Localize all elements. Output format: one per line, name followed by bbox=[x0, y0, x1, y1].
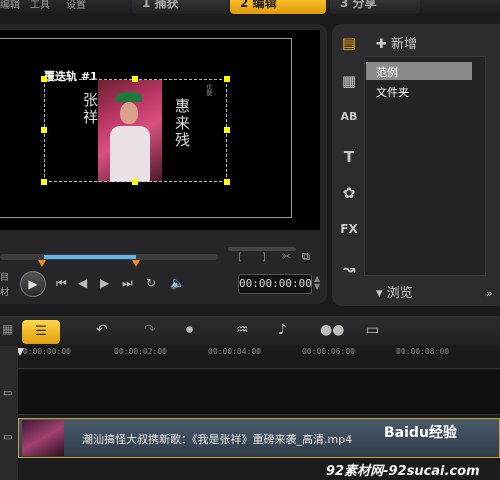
track-header bbox=[0, 346, 18, 480]
ruler-tick: 00:00:06:00 bbox=[302, 347, 355, 356]
undo-icon[interactable]: ↶ bbox=[96, 322, 108, 338]
auto-music-icon[interactable]: ♪ bbox=[278, 322, 287, 338]
mark-in-icon[interactable]: [ bbox=[238, 252, 242, 263]
fx-icon[interactable]: FX bbox=[338, 222, 360, 236]
step-number: 2 bbox=[240, 0, 249, 10]
repeat-icon[interactable]: ↻ bbox=[146, 276, 156, 290]
overlay-selection-box[interactable] bbox=[44, 79, 227, 182]
trim-start-marker[interactable] bbox=[38, 260, 46, 267]
record-capture-icon[interactable]: ⏺ bbox=[186, 322, 193, 338]
resize-handle-top[interactable] bbox=[132, 76, 138, 82]
browse-label: 浏览 bbox=[386, 286, 413, 301]
title-icon[interactable]: T bbox=[338, 148, 360, 166]
watermark-brand: Baidu经验 bbox=[384, 425, 457, 441]
trim-range bbox=[44, 255, 136, 259]
timeline-toolbar bbox=[0, 316, 500, 346]
video-filter-icon[interactable]: ▦ bbox=[338, 72, 360, 90]
watermark-site: 92素材网-92sucai.com bbox=[326, 464, 480, 479]
step-label: 分享 bbox=[352, 0, 377, 10]
clip-thumbnail bbox=[22, 420, 64, 456]
add-folder-button[interactable]: ✚ 新增 bbox=[376, 33, 417, 52]
step-tab-capture[interactable]: 1 捕获 bbox=[132, 0, 228, 14]
timeline-view-button[interactable]: ☰ bbox=[22, 320, 60, 344]
play-button[interactable]: ▶ bbox=[20, 271, 46, 297]
browse-button[interactable]: ▾ 浏览 bbox=[376, 282, 413, 301]
step-number: 3 bbox=[340, 0, 349, 10]
ab-transition-icon[interactable]: AB bbox=[338, 110, 360, 123]
menu-settings[interactable]: 设置 bbox=[66, 0, 86, 11]
collapse-library-icon[interactable]: » bbox=[486, 287, 493, 300]
mark-out-icon[interactable]: ] bbox=[262, 252, 266, 263]
left-label-clip: 材 bbox=[0, 288, 10, 298]
step-number: 1 bbox=[142, 0, 151, 10]
resize-handle-top-left[interactable] bbox=[41, 76, 47, 82]
overlay-text-right: 惠来残 bbox=[173, 98, 191, 149]
resize-handle-bottom-right[interactable] bbox=[224, 179, 230, 185]
chapter-icon[interactable]: ▭ bbox=[366, 322, 379, 338]
step-tab-edit[interactable]: 2 编辑 bbox=[230, 0, 326, 14]
step-label: 捕获 bbox=[154, 0, 179, 10]
menu-edit[interactable]: 编辑 bbox=[0, 0, 20, 11]
timecode-stepper[interactable]: ▲ ▼ bbox=[314, 275, 320, 291]
enlarge-icon[interactable]: ⧉ bbox=[302, 250, 310, 264]
ruler-tick: 00:00:00:00 bbox=[18, 347, 71, 356]
resize-handle-left[interactable] bbox=[41, 127, 47, 133]
audio-waveform-icon[interactable]: ♒ bbox=[236, 322, 249, 338]
next-frame-icon[interactable]: ▶ bbox=[100, 276, 109, 290]
storyboard-view-icon[interactable]: ▦ bbox=[2, 322, 13, 336]
browse-icon: ▾ bbox=[376, 286, 383, 301]
ruler-tick: 00:00:04:00 bbox=[208, 347, 261, 356]
graphics-icon[interactable]: ✿ bbox=[338, 184, 360, 202]
end-icon[interactable]: ⏭ bbox=[122, 276, 133, 291]
resize-handle-bottom-left[interactable] bbox=[41, 179, 47, 185]
step-label: 编辑 bbox=[252, 0, 277, 10]
smart-proxy-icon[interactable]: ●● bbox=[320, 322, 344, 338]
add-label: 新增 bbox=[391, 37, 418, 52]
ruler-tick: 00:00:02:00 bbox=[114, 347, 167, 356]
ruler-tick: 00:00:08:00 bbox=[396, 347, 449, 356]
volume-icon[interactable]: 🔈 bbox=[170, 276, 185, 290]
library-item-samples[interactable]: 范例 bbox=[376, 64, 398, 80]
trim-end-marker[interactable] bbox=[132, 260, 140, 267]
library-item-folder[interactable]: 文件夹 bbox=[376, 84, 409, 100]
menu-tools[interactable]: 工具 bbox=[30, 0, 50, 11]
redo-icon[interactable]: ↷ bbox=[144, 322, 156, 338]
timeline-view-icon: ☰ bbox=[35, 324, 47, 339]
video-track-icon[interactable]: ▭ bbox=[3, 388, 12, 399]
clip-title: 潮汕搞怪大叔携新歌：《我是张祥》重磅来袭_高清.mp4 bbox=[82, 433, 353, 446]
plus-icon: ✚ bbox=[376, 37, 387, 52]
step-tab-share[interactable]: 3 分享 bbox=[330, 0, 420, 14]
previous-frame-icon[interactable]: ◀ bbox=[78, 276, 87, 290]
home-icon[interactable]: ⏮ bbox=[56, 276, 67, 291]
resize-handle-top-right[interactable] bbox=[224, 76, 230, 82]
media-icon[interactable]: ▤ bbox=[338, 34, 360, 52]
overlay-track-icon[interactable]: ▭ bbox=[3, 432, 12, 443]
path-icon[interactable]: ↝ bbox=[338, 260, 360, 278]
cut-icon[interactable]: ✂ bbox=[282, 250, 291, 263]
resize-handle-right[interactable] bbox=[224, 127, 230, 133]
play-icon: ▶ bbox=[28, 277, 38, 291]
video-track[interactable] bbox=[18, 370, 500, 415]
overlay-caption: 优酷 bbox=[205, 84, 212, 96]
overlay-text-left: 张祥 bbox=[81, 92, 99, 126]
resize-handle-bottom[interactable] bbox=[132, 179, 138, 185]
left-label-project: 目 bbox=[0, 273, 10, 283]
timecode-field[interactable]: 00:00:00:00 bbox=[238, 274, 312, 294]
